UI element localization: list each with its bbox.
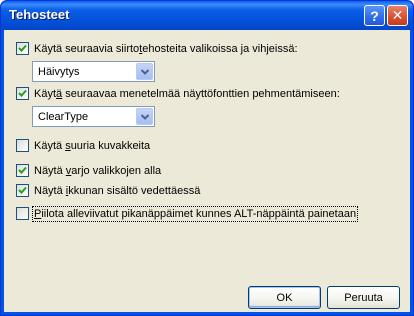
smoothing-method-select[interactable]: ClearType xyxy=(32,106,155,127)
question-mark-icon: ? xyxy=(370,7,379,24)
large-icons-label: Käytä suuria kuvakkeita xyxy=(34,139,151,152)
menu-shadow-label: Näytä varjo valikkojen alla xyxy=(34,164,162,177)
drag-contents-checkbox[interactable] xyxy=(16,184,29,197)
dropdown-arrow-button[interactable] xyxy=(136,108,153,125)
effects-dialog: Tehosteet ? ✕ Käytä seuraavia siirtoteho… xyxy=(0,0,414,316)
transition-effect-select[interactable]: Häivytys xyxy=(32,61,155,82)
drag-contents-label: Näytä ikkunan sisältö vedettäessä xyxy=(34,184,201,197)
cancel-button[interactable]: Peruuta xyxy=(327,286,400,309)
checkmark-icon xyxy=(18,186,27,194)
smoothing-label: Käytä seuraavaa menetelmää näyttöfonttie… xyxy=(34,87,340,100)
transitions-option[interactable]: Käytä seuraavia siirtotehosteita valikoi… xyxy=(16,41,298,56)
drag-contents-option[interactable]: Näytä ikkunan sisältö vedettäessä xyxy=(16,183,200,198)
hide-underlines-checkbox[interactable] xyxy=(16,207,29,220)
menu-shadow-checkbox[interactable] xyxy=(16,164,29,177)
smoothing-option[interactable]: Käytä seuraavaa menetelmää näyttöfonttie… xyxy=(16,86,340,101)
cancel-button-label: Peruuta xyxy=(344,291,383,304)
close-icon: ✕ xyxy=(391,7,404,23)
large-icons-option[interactable]: Käytä suuria kuvakkeita xyxy=(16,138,150,153)
smoothing-checkbox[interactable] xyxy=(16,87,29,100)
chevron-down-icon xyxy=(140,68,149,75)
transitions-label: Käytä seuraavia siirtotehosteita valikoi… xyxy=(34,42,298,55)
checkmark-icon xyxy=(18,44,27,52)
dialog-body: Käytä seuraavia siirtotehosteita valikoi… xyxy=(4,30,410,312)
ok-button[interactable]: OK xyxy=(248,286,321,309)
large-icons-checkbox[interactable] xyxy=(16,139,29,152)
ok-button-label: OK xyxy=(276,291,293,304)
hide-underlines-option[interactable]: Piilota alleviivatut pikanäppäimet kunne… xyxy=(16,205,359,222)
checkmark-icon xyxy=(18,166,27,174)
window-title: Tehosteet xyxy=(9,7,70,22)
title-bar[interactable]: Tehosteet ? ✕ xyxy=(1,1,413,30)
help-button[interactable]: ? xyxy=(364,5,385,26)
smoothing-method-value: ClearType xyxy=(38,111,89,123)
checkmark-icon xyxy=(18,89,27,97)
menu-shadow-option[interactable]: Näytä varjo valikkojen alla xyxy=(16,163,161,178)
transition-effect-value: Häivytys xyxy=(38,66,80,78)
hide-underlines-label: Piilota alleviivatut pikanäppäimet kunne… xyxy=(31,205,359,222)
transitions-checkbox[interactable] xyxy=(16,42,29,55)
chevron-down-icon xyxy=(140,113,149,120)
close-button[interactable]: ✕ xyxy=(387,5,408,26)
dropdown-arrow-button[interactable] xyxy=(136,63,153,80)
